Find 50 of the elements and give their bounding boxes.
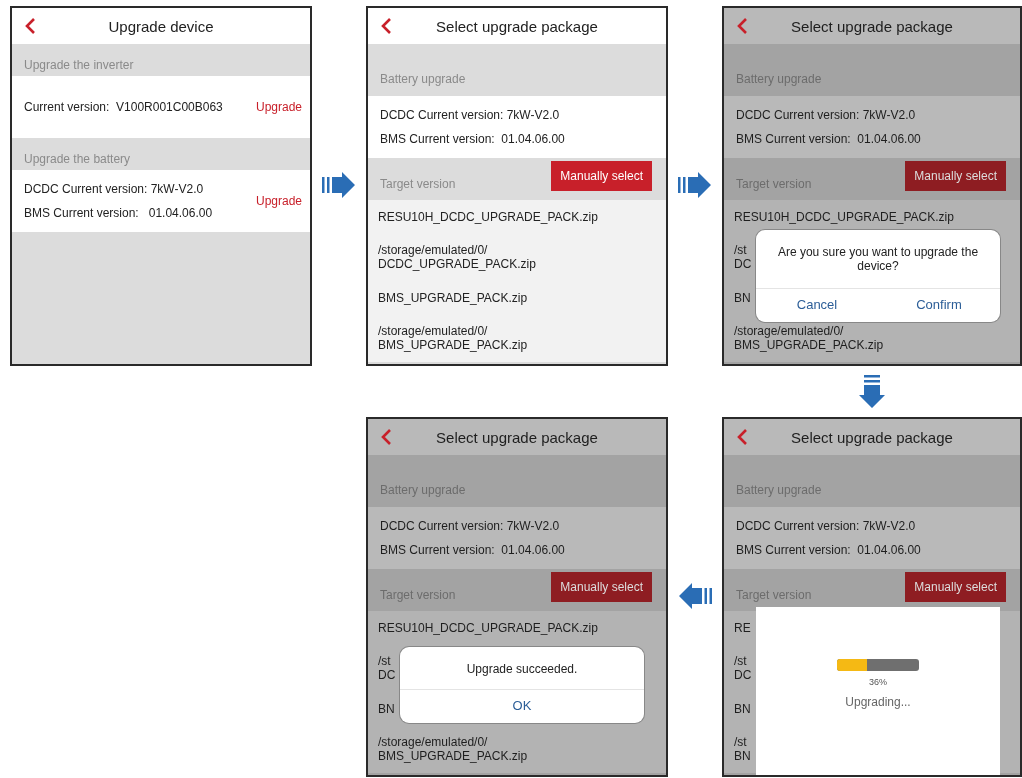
back-icon[interactable] bbox=[736, 17, 748, 35]
version-text: DCDC Current version: 7kW-V2.0 bbox=[24, 182, 205, 196]
version-text: Current version: V100R001C00B063 bbox=[24, 100, 223, 114]
version-text: DCDC Current version: 7kW-V2.0 bbox=[736, 519, 917, 533]
file-item[interactable]: /st BN bbox=[734, 733, 751, 765]
down-arrow-icon bbox=[859, 374, 885, 409]
right-arrow-icon bbox=[322, 172, 356, 198]
file-item[interactable]: BN bbox=[734, 700, 751, 718]
back-icon[interactable] bbox=[24, 17, 36, 35]
progress-message: Upgrading... bbox=[845, 695, 911, 709]
right-arrow-icon bbox=[678, 172, 712, 198]
file-item[interactable]: BN bbox=[378, 700, 395, 718]
section-header: Upgrade the inverter bbox=[24, 58, 134, 72]
version-text: DCDC Current version: 7kW-V2.0 bbox=[380, 519, 561, 533]
version-text: BMS Current version: 01.04.06.00 bbox=[380, 543, 565, 557]
back-icon[interactable] bbox=[380, 428, 392, 446]
back-icon[interactable] bbox=[380, 17, 392, 35]
file-item[interactable]: /st DC bbox=[734, 241, 752, 273]
section-header: Battery upgrade bbox=[380, 72, 466, 86]
dialog-button[interactable]: OK bbox=[400, 690, 644, 723]
file-item[interactable]: /st DC bbox=[378, 652, 396, 684]
dialog-message: Upgrade succeeded. bbox=[465, 661, 579, 678]
section-header: Upgrade the battery bbox=[24, 152, 131, 166]
manually-select-button[interactable]: Manually select bbox=[905, 572, 1006, 602]
screen-title: Upgrade device bbox=[107, 17, 215, 35]
section-header: Target version bbox=[380, 177, 456, 191]
manually-select-button[interactable]: Manually select bbox=[551, 161, 652, 191]
dialog-message: Are you sure you want to upgrade the device? bbox=[776, 244, 980, 275]
dialog-button[interactable]: Cancel bbox=[756, 289, 878, 322]
screen-title: Select upgrade package bbox=[435, 17, 599, 35]
screen-title: Select upgrade package bbox=[790, 17, 954, 35]
dialog-button[interactable]: Confirm bbox=[878, 289, 1000, 322]
manually-select-button[interactable]: Manually select bbox=[905, 161, 1006, 191]
back-icon[interactable] bbox=[736, 428, 748, 446]
upgrade-link[interactable]: Upgrade bbox=[255, 194, 302, 208]
progress-percent: 36% bbox=[869, 677, 887, 687]
version-text: BMS Current version: 01.04.06.00 bbox=[380, 132, 565, 146]
file-item[interactable]: RE bbox=[734, 619, 751, 637]
version-text: BMS Current version: 01.04.06.00 bbox=[736, 543, 921, 557]
left-arrow-icon bbox=[678, 583, 712, 609]
file-item[interactable]: /st DC bbox=[734, 652, 752, 684]
file-item[interactable]: BN bbox=[734, 289, 751, 307]
version-text: DCDC Current version: 7kW-V2.0 bbox=[736, 108, 917, 122]
screen-title: Select upgrade package bbox=[790, 428, 954, 446]
upgrade-link[interactable]: Upgrade bbox=[255, 100, 302, 114]
version-text: BMS Current version: 01.04.06.00 bbox=[736, 132, 921, 146]
version-text: BMS Current version: 01.04.06.00 bbox=[24, 206, 213, 220]
manually-select-button[interactable]: Manually select bbox=[551, 572, 652, 602]
version-text: DCDC Current version: 7kW-V2.0 bbox=[380, 108, 561, 122]
screen-title: Select upgrade package bbox=[435, 428, 599, 446]
